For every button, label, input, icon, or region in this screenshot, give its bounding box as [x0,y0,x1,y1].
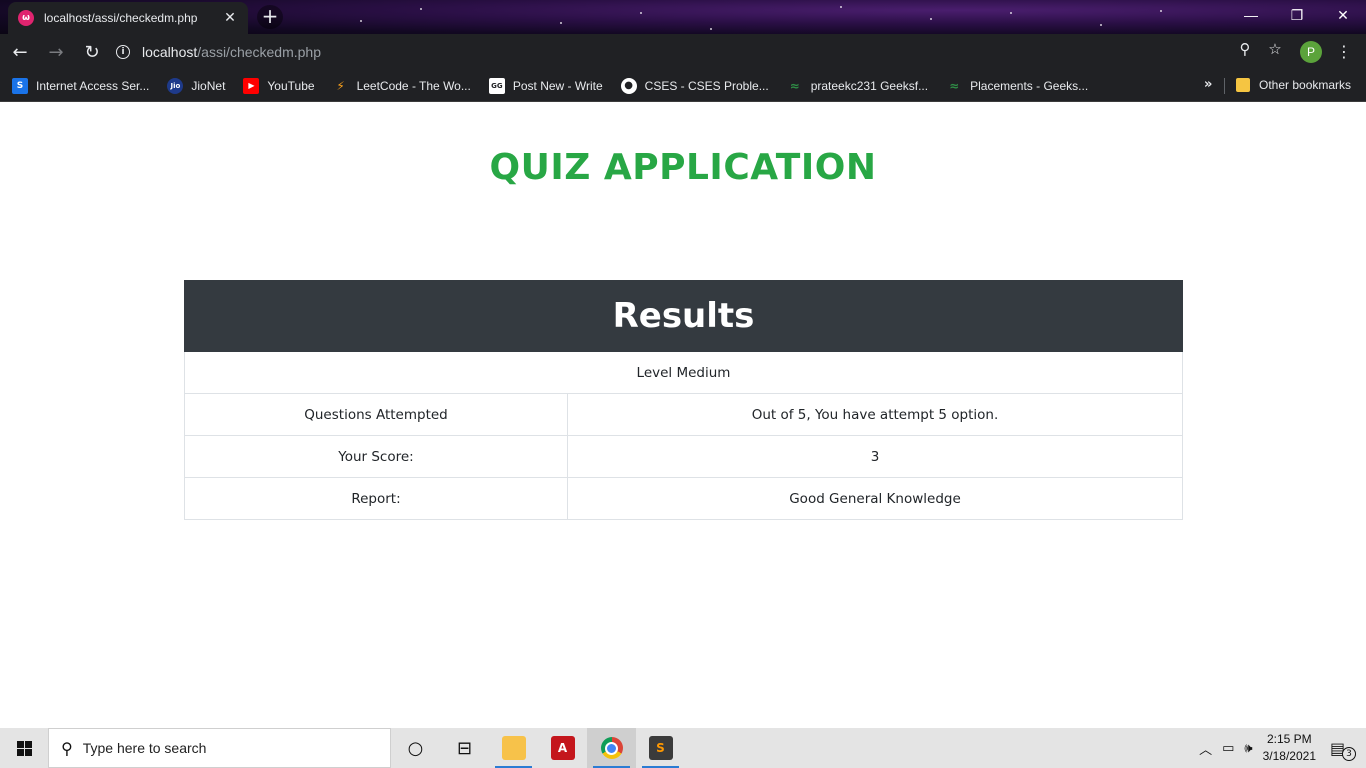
chrome-icon [600,737,623,759]
taskbar-search-box[interactable]: ⚲ Type here to search [48,728,391,768]
bookmark-label: YouTube [267,78,315,93]
search-icon: ⚲ [61,738,73,758]
other-bookmarks-folder[interactable]: Other bookmarks [1236,78,1351,92]
reload-button[interactable]: ↻ [76,36,108,68]
search-placeholder: Type here to search [82,740,207,756]
bookmark-label: Internet Access Ser... [36,78,150,93]
geeksforgeeks-icon: ≈ [949,78,960,93]
report-value: Good General Knowledge [567,477,1183,520]
start-button[interactable] [0,728,48,768]
sublime-text-icon: S [648,736,673,760]
bookmark-placements[interactable]: ≈ Placements - Geeks... [946,78,1088,94]
zoom-icon[interactable]: ⚲ [1230,40,1260,58]
level-cell: Level Medium [184,351,1183,394]
minimize-button[interactable]: — [1228,0,1274,30]
back-button[interactable]: ← [4,36,36,68]
cortana-button[interactable]: ○ [391,728,440,768]
score-value: 3 [567,435,1183,478]
sublime-text-button[interactable]: S [636,728,685,768]
bookmark-post-new[interactable]: GG Post New - Write [488,77,603,94]
bookmark-label: CSES - CSES Proble... [644,78,769,93]
bookmark-s-icon: S [12,77,28,94]
bookmark-geeksforgeeks-profile[interactable]: ≈ prateekc231 Geeksf... [787,78,928,94]
taskbar-clock[interactable]: 2:15 PM 3/18/2021 [1263,731,1316,765]
leetcode-icon: ⚡ [336,78,345,93]
system-tray: ︿ ▭ 🕪 2:15 PM 3/18/2021 ▤ 3 [1199,728,1366,768]
windows-logo-icon [16,740,32,756]
acrobat-icon: A [550,736,575,760]
cortana-circle-icon: ○ [407,737,424,759]
chevron-up-icon[interactable]: ︿ [1199,739,1212,758]
bookmark-jionet[interactable]: Jio JioNet [167,77,226,94]
youtube-icon: ▶ [243,77,260,94]
address-bar[interactable]: i localhost/assi/checkedm.php ⚲ ☆ [108,37,1290,67]
browser-tab-active[interactable]: ω localhost/assi/checkedm.php ✕ [8,2,248,34]
bookmark-label: prateekc231 Geeksf... [810,78,929,93]
file-explorer-button[interactable] [489,728,538,768]
browser-menu-icon[interactable]: ⋮ [1336,42,1352,61]
bookmarks-bar: S Internet Access Ser... Jio JioNet ▶ Yo… [0,70,1366,102]
bookmark-internet-access[interactable]: S Internet Access Ser... [12,77,150,94]
windows-taskbar: ⚲ Type here to search ○ ⊟ A S ︿ ▭ 🕪 2:15… [0,728,1366,768]
browser-toolbar: ← → ↻ i localhost/assi/checkedm.php ⚲ ☆ … [0,34,1366,70]
page-content: QUIZ APPLICATION Results Level Medium Qu… [0,103,1366,728]
action-center-button[interactable]: ▤ 3 [1330,739,1360,761]
globe-icon: ● [620,77,637,94]
task-view-button[interactable]: ⊟ [440,728,489,768]
table-row: Level Medium [184,351,1183,394]
bookmark-label: Placements - Geeks... [970,78,1089,93]
clock-time: 2:15 PM [1266,732,1312,746]
bookmark-cses[interactable]: ● CSES - CSES Proble... [620,77,769,94]
gg-icon: GG [488,77,505,94]
clock-date: 3/18/2021 [1262,749,1316,763]
browser-titlebar: ω localhost/assi/checkedm.php ✕ + — ❐ ✕ [0,0,1366,34]
bookmark-label: Post New - Write [512,78,603,93]
task-view-icon: ⊟ [456,737,473,759]
window-controls: — ❐ ✕ [1228,0,1366,30]
tab-title: localhost/assi/checkedm.php [44,11,198,25]
close-tab-icon[interactable]: ✕ [222,10,238,26]
url-path: /assi/checkedm.php [197,44,321,60]
geeksforgeeks-icon: ≈ [789,78,800,93]
acrobat-button[interactable]: A [538,728,587,768]
jio-icon: Jio [167,77,184,94]
bookmark-label: LeetCode - The Wo... [356,78,471,93]
bookmark-star-icon[interactable]: ☆ [1260,40,1290,58]
table-row: Questions Attempted Out of 5, You have a… [184,393,1183,436]
bookmark-label: JioNet [191,78,226,93]
other-bookmarks-label: Other bookmarks [1259,78,1352,92]
bookmarks-overflow-chevron-icon[interactable]: » [1204,77,1212,92]
file-explorer-icon [501,736,526,760]
notification-count-badge: 3 [1342,746,1356,761]
questions-attempted-label: Questions Attempted [184,393,568,436]
bookmarks-divider [1224,78,1225,94]
site-info-icon[interactable]: i [116,45,130,59]
bookmark-leetcode[interactable]: ⚡ LeetCode - The Wo... [333,78,471,94]
table-row: Report: Good General Knowledge [184,477,1183,520]
volume-icon[interactable]: 🕪 [1244,741,1252,756]
bookmark-youtube[interactable]: ▶ YouTube [243,77,315,94]
chrome-button[interactable] [587,728,636,768]
close-window-button[interactable]: ✕ [1320,0,1366,30]
forward-button[interactable]: → [40,36,72,68]
questions-attempted-value: Out of 5, You have attempt 5 option. [567,393,1183,436]
report-label: Report: [184,477,568,520]
table-row: Your Score: 3 [184,435,1183,478]
profile-avatar[interactable]: P [1300,41,1322,63]
results-heading: Results [184,280,1183,352]
battery-icon[interactable]: ▭ [1222,741,1234,756]
restore-button[interactable]: ❐ [1274,0,1320,30]
url-host: localhost [142,44,198,60]
score-label: Your Score: [184,435,568,478]
site-favicon-icon: ω [18,10,34,26]
results-table: Results Level Medium Questions Attempted… [184,280,1183,520]
folder-icon [1236,78,1250,92]
new-tab-button[interactable]: + [257,5,283,29]
page-title: QUIZ APPLICATION [489,147,877,188]
